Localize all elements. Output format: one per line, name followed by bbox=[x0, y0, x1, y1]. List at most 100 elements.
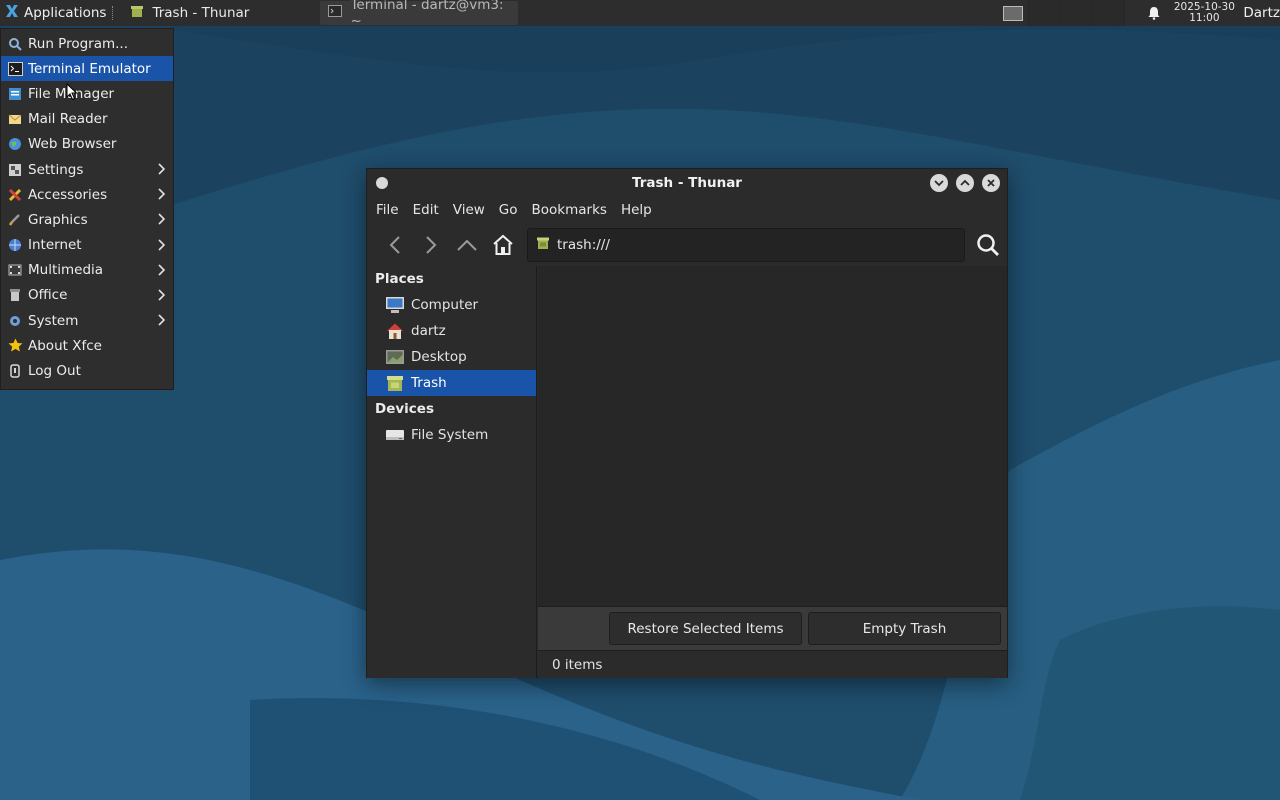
sidebar: Places Computer dartz Desktop Trash Devi… bbox=[367, 266, 537, 678]
search-icon bbox=[7, 36, 23, 52]
applications-menu: Run Program... Terminal Emulator File Ma… bbox=[0, 28, 174, 390]
menu-file[interactable]: File bbox=[369, 202, 406, 218]
taskbar-item-thunar[interactable]: Trash - Thunar bbox=[122, 1, 318, 25]
workspace-1[interactable] bbox=[997, 0, 1030, 26]
menu-item-settings[interactable]: Settings bbox=[1, 157, 173, 182]
search-icon bbox=[977, 234, 999, 256]
sidebar-item-home[interactable]: dartz bbox=[367, 318, 536, 344]
status-bar: 0 items bbox=[538, 650, 1007, 678]
workspace-4[interactable] bbox=[1093, 0, 1126, 26]
file-view[interactable] bbox=[538, 266, 1007, 606]
chevron-right-icon bbox=[157, 188, 166, 204]
minimize-button[interactable] bbox=[930, 174, 948, 192]
accessories-icon bbox=[7, 187, 23, 203]
drive-icon bbox=[385, 426, 405, 444]
restore-selected-items-button[interactable]: Restore Selected Items bbox=[609, 612, 802, 645]
arrow-forward-icon bbox=[426, 236, 437, 254]
menu-edit[interactable]: Edit bbox=[406, 202, 446, 218]
home-icon bbox=[385, 322, 405, 340]
brush-icon bbox=[7, 212, 23, 228]
applications-label: Applications bbox=[24, 5, 107, 21]
gear-icon bbox=[7, 313, 23, 329]
window-titlebar[interactable]: Trash - Thunar bbox=[367, 169, 1007, 197]
sidebar-header-places: Places bbox=[375, 271, 424, 287]
xfce-logo-icon bbox=[4, 3, 20, 23]
menu-item-internet[interactable]: Internet bbox=[1, 233, 173, 258]
user-menu[interactable]: Dartz bbox=[1243, 5, 1280, 21]
terminal-icon bbox=[328, 4, 343, 22]
menu-bookmarks[interactable]: Bookmarks bbox=[525, 202, 614, 218]
multimedia-icon bbox=[7, 262, 23, 278]
home-button[interactable] bbox=[485, 230, 521, 260]
menu-item-graphics[interactable]: Graphics bbox=[1, 207, 173, 232]
menu-item-web-browser[interactable]: Web Browser bbox=[1, 132, 173, 157]
back-button[interactable] bbox=[377, 230, 413, 260]
mail-icon bbox=[7, 111, 23, 127]
taskbar-item-terminal[interactable]: Terminal - dartz@vm3: ~ bbox=[320, 0, 519, 29]
search-button[interactable] bbox=[973, 230, 1003, 260]
trash-icon bbox=[536, 236, 550, 254]
chevron-right-icon bbox=[157, 163, 166, 179]
menu-item-about-xfce[interactable]: About Xfce bbox=[1, 333, 173, 358]
maximize-button[interactable] bbox=[956, 174, 974, 192]
workspace-3[interactable] bbox=[1061, 0, 1094, 26]
workspace-2[interactable] bbox=[1029, 0, 1062, 26]
menu-item-multimedia[interactable]: Multimedia bbox=[1, 258, 173, 283]
chevron-down-icon bbox=[934, 180, 944, 187]
chevron-right-icon bbox=[157, 314, 166, 330]
desktop-icon bbox=[385, 348, 405, 366]
file-manager-icon bbox=[7, 86, 23, 102]
taskbar-item-label: Terminal - dartz@vm3: ~ bbox=[350, 0, 504, 29]
home-icon bbox=[493, 234, 513, 255]
forward-button[interactable] bbox=[413, 230, 449, 260]
office-icon bbox=[7, 287, 23, 303]
chevron-right-icon bbox=[157, 213, 166, 229]
arrow-up-icon bbox=[457, 239, 477, 251]
computer-icon bbox=[385, 296, 405, 314]
menu-item-system[interactable]: System bbox=[1, 308, 173, 333]
close-button[interactable] bbox=[982, 174, 1000, 192]
sidebar-item-desktop[interactable]: Desktop bbox=[367, 344, 536, 370]
location-path: trash:/// bbox=[557, 237, 610, 253]
panel-separator bbox=[112, 6, 118, 20]
thunar-window: Trash - Thunar File Edit View Go Bookmar… bbox=[366, 168, 1008, 678]
menu-item-mail-reader[interactable]: Mail Reader bbox=[1, 107, 173, 132]
sidebar-item-computer[interactable]: Computer bbox=[367, 292, 536, 318]
menu-item-file-manager[interactable]: File Manager bbox=[1, 81, 173, 106]
clock-time: 11:00 bbox=[1189, 12, 1220, 24]
terminal-icon bbox=[7, 61, 23, 77]
close-icon bbox=[987, 179, 995, 187]
window-toolbar: trash:/// bbox=[367, 223, 1007, 267]
chevron-right-icon bbox=[157, 289, 166, 305]
notification-bell-icon[interactable] bbox=[1139, 6, 1169, 20]
trash-icon bbox=[385, 374, 405, 392]
menu-item-log-out[interactable]: Log Out bbox=[1, 358, 173, 383]
parent-folder-button[interactable] bbox=[449, 230, 485, 260]
menu-go[interactable]: Go bbox=[492, 202, 525, 218]
window-menu-button[interactable] bbox=[376, 177, 388, 189]
arrow-back-icon bbox=[389, 236, 400, 254]
location-bar[interactable]: trash:/// bbox=[527, 228, 965, 262]
sidebar-item-trash[interactable]: Trash bbox=[367, 370, 536, 396]
window-title: Trash - Thunar bbox=[632, 175, 742, 191]
taskbar-item-label: Trash - Thunar bbox=[152, 5, 250, 21]
window-menubar: File Edit View Go Bookmarks Help bbox=[367, 197, 1007, 223]
logout-icon bbox=[7, 363, 23, 379]
sidebar-item-file-system[interactable]: File System bbox=[367, 422, 536, 448]
empty-trash-button[interactable]: Empty Trash bbox=[808, 612, 1001, 645]
chevron-right-icon bbox=[157, 264, 166, 280]
menu-item-run-program[interactable]: Run Program... bbox=[1, 31, 173, 56]
applications-menu-button[interactable]: Applications bbox=[0, 0, 110, 26]
menu-view[interactable]: View bbox=[446, 202, 492, 218]
menu-item-office[interactable]: Office bbox=[1, 283, 173, 308]
panel-clock[interactable]: 2025-10-30 11:00 bbox=[1169, 2, 1239, 24]
menu-help[interactable]: Help bbox=[614, 202, 659, 218]
chevron-up-icon bbox=[960, 179, 970, 186]
menu-item-terminal-emulator[interactable]: Terminal Emulator bbox=[1, 56, 173, 82]
chevron-right-icon bbox=[157, 238, 166, 255]
menu-item-accessories[interactable]: Accessories bbox=[1, 182, 173, 207]
mouse-pointer-icon bbox=[66, 83, 78, 101]
internet-icon bbox=[7, 237, 23, 253]
settings-icon bbox=[7, 162, 23, 178]
trash-action-bar: Restore Selected Items Empty Trash bbox=[538, 606, 1007, 650]
